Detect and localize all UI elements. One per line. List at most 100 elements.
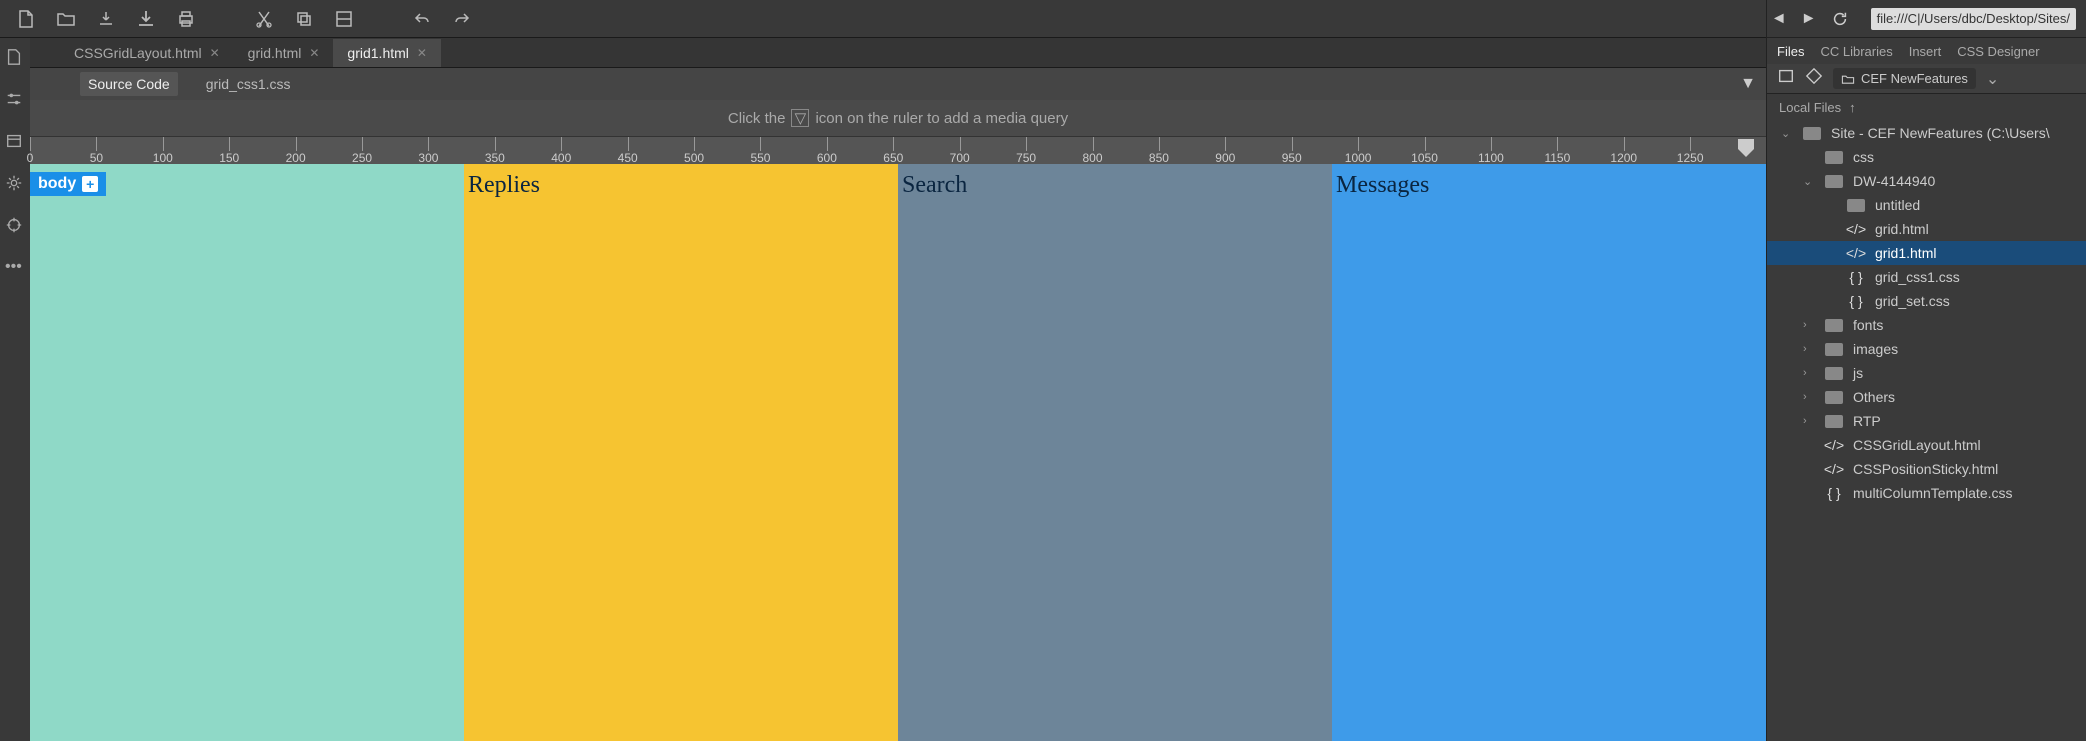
tree-row[interactable]: { } grid_set.css	[1767, 289, 2086, 313]
source-tab[interactable]: Source Code	[80, 72, 178, 96]
tree-item-label: images	[1853, 341, 1898, 357]
ruler-tick-label: 150	[219, 151, 239, 165]
ruler-tick-label: 1150	[1544, 151, 1570, 165]
nav-forward-icon[interactable]: ►	[1801, 8, 1817, 30]
tree-row[interactable]: untitled	[1767, 193, 2086, 217]
triangle-icon: ▽	[791, 109, 809, 127]
grid-cell[interactable]	[30, 164, 464, 741]
tree-row[interactable]: </>CSSGridLayout.html	[1767, 433, 2086, 457]
cut-icon[interactable]	[253, 8, 275, 30]
tree-row[interactable]: ⌄Site - CEF NewFeatures (C:\Users\	[1767, 121, 2086, 145]
media-query-marker-icon[interactable]	[1736, 137, 1756, 164]
grid-cell[interactable]: Replies	[464, 164, 898, 741]
gear-tool-icon[interactable]	[5, 174, 25, 194]
print-icon[interactable]	[175, 8, 197, 30]
tree-arrow-icon[interactable]: ›	[1803, 343, 1815, 355]
tree-row[interactable]: </>CSSPositionSticky.html	[1767, 457, 2086, 481]
tree-row[interactable]: › images	[1767, 337, 2086, 361]
site-name: CEF NewFeatures	[1861, 71, 1968, 86]
close-tab-icon[interactable]: ✕	[210, 46, 220, 60]
tree-row[interactable]: ⌄DW-4144940	[1767, 169, 2086, 193]
download-icon[interactable]	[135, 8, 157, 30]
css-icon: { }	[1845, 292, 1867, 310]
hint-pre: Click the	[728, 110, 786, 127]
new-file-icon[interactable]	[15, 8, 37, 30]
local-files-label: Local Files	[1779, 100, 1841, 115]
tree-row[interactable]: › fonts	[1767, 313, 2086, 337]
tree-arrow-icon[interactable]: ⌄	[1781, 127, 1793, 140]
tree-row[interactable]: ›Others	[1767, 385, 2086, 409]
tree-arrow-icon[interactable]: ›	[1803, 367, 1815, 379]
design-canvas[interactable]: RepliesSearchMessages body +	[30, 164, 1766, 741]
dropdown-chevron-icon[interactable]: ⌄	[1986, 69, 1999, 89]
folder-icon	[1801, 124, 1823, 142]
tree-arrow-icon[interactable]: ›	[1803, 391, 1815, 403]
tree-row[interactable]: </>grid.html	[1767, 217, 2086, 241]
tree-item-label: js	[1853, 365, 1863, 381]
tree-row[interactable]: ›RTP	[1767, 409, 2086, 433]
ruler-tick-label: 650	[883, 151, 903, 165]
target-tool-icon[interactable]	[5, 216, 25, 236]
reload-icon[interactable]	[1831, 8, 1849, 30]
ruler-tick-label: 800	[1082, 151, 1102, 165]
code-tool-icon[interactable]	[5, 132, 25, 152]
cloud-download-icon[interactable]	[95, 8, 117, 30]
doc-tab[interactable]: grid.html✕	[234, 39, 334, 67]
more-tool-icon[interactable]: •••	[5, 258, 25, 278]
nav-back-icon[interactable]: ◄	[1771, 8, 1787, 30]
file-tree[interactable]: ⌄Site - CEF NewFeatures (C:\Users\css⌄DW…	[1767, 121, 2086, 741]
document-tabs: CSSGridLayout.html✕grid.html✕grid1.html✕	[30, 38, 1766, 68]
tree-item-label: fonts	[1853, 317, 1883, 333]
close-tab-icon[interactable]: ✕	[309, 46, 319, 60]
doc-tab[interactable]: CSSGridLayout.html✕	[60, 39, 234, 67]
ruler[interactable]: 0501001502002503003504004505005506006507…	[30, 136, 1766, 164]
folder-icon	[1823, 412, 1845, 430]
css-icon: { }	[1845, 268, 1867, 286]
ruler-tick-label: 200	[286, 151, 306, 165]
grid-cell[interactable]: Messages	[1332, 164, 1766, 741]
site-selector[interactable]: CEF NewFeatures	[1833, 68, 1976, 89]
tree-row[interactable]: </>grid1.html	[1767, 241, 2086, 265]
source-tab[interactable]: grid_css1.css	[198, 72, 299, 96]
close-tab-icon[interactable]: ✕	[417, 46, 427, 60]
ruler-tick-label: 850	[1149, 151, 1169, 165]
panel-tab[interactable]: Files	[1777, 44, 1804, 59]
settings-tool-icon[interactable]	[5, 90, 25, 110]
panel-tab[interactable]: CC Libraries	[1820, 44, 1892, 59]
ruler-tick-label: 1050	[1411, 151, 1438, 165]
file-tool-icon[interactable]	[5, 48, 25, 68]
tree-arrow-icon[interactable]: ⌄	[1803, 175, 1815, 188]
open-folder-icon[interactable]	[55, 8, 77, 30]
files-panel-toolbar: CEF NewFeatures ⌄	[1767, 64, 2086, 94]
right-toolbar: ◄ ► file:///C|/Users/dbc/Desktop/Sites/	[1766, 0, 2086, 38]
tree-item-label: grid_set.css	[1875, 293, 1950, 309]
panel-tab[interactable]: Insert	[1909, 44, 1942, 59]
tree-row[interactable]: css	[1767, 145, 2086, 169]
tree-arrow-icon[interactable]: ›	[1803, 415, 1815, 427]
ftp-icon[interactable]	[1777, 67, 1795, 90]
html-icon: </>	[1823, 460, 1845, 478]
folder-icon	[1823, 388, 1845, 406]
filter-icon[interactable]: ▼	[1740, 75, 1756, 93]
add-element-icon[interactable]: +	[82, 176, 98, 192]
tree-arrow-icon[interactable]: ›	[1803, 319, 1815, 331]
tree-row[interactable]: { }multiColumnTemplate.css	[1767, 481, 2086, 505]
copy-icon[interactable]	[293, 8, 315, 30]
url-bar[interactable]: file:///C|/Users/dbc/Desktop/Sites/	[1871, 8, 2076, 30]
git-icon[interactable]	[1805, 67, 1823, 90]
undo-icon[interactable]	[411, 8, 433, 30]
editor-area: CSSGridLayout.html✕grid.html✕grid1.html✕…	[30, 38, 1766, 741]
folder-icon	[1823, 364, 1845, 382]
sort-icon[interactable]: ↑	[1849, 100, 1856, 115]
panel-tab[interactable]: CSS Designer	[1957, 44, 2039, 59]
right-panel: Files CC Libraries Insert CSS Designer CEF …	[1766, 38, 2086, 741]
source-tabs: Source Code grid_css1.css ▼	[30, 68, 1766, 100]
body-element-tag[interactable]: body +	[30, 172, 106, 196]
folder-icon	[1823, 340, 1845, 358]
collapse-icon[interactable]	[333, 8, 355, 30]
tree-row[interactable]: › js	[1767, 361, 2086, 385]
grid-cell[interactable]: Search	[898, 164, 1332, 741]
doc-tab[interactable]: grid1.html✕	[333, 39, 441, 67]
redo-icon[interactable]	[451, 8, 473, 30]
tree-row[interactable]: { }grid_css1.css	[1767, 265, 2086, 289]
